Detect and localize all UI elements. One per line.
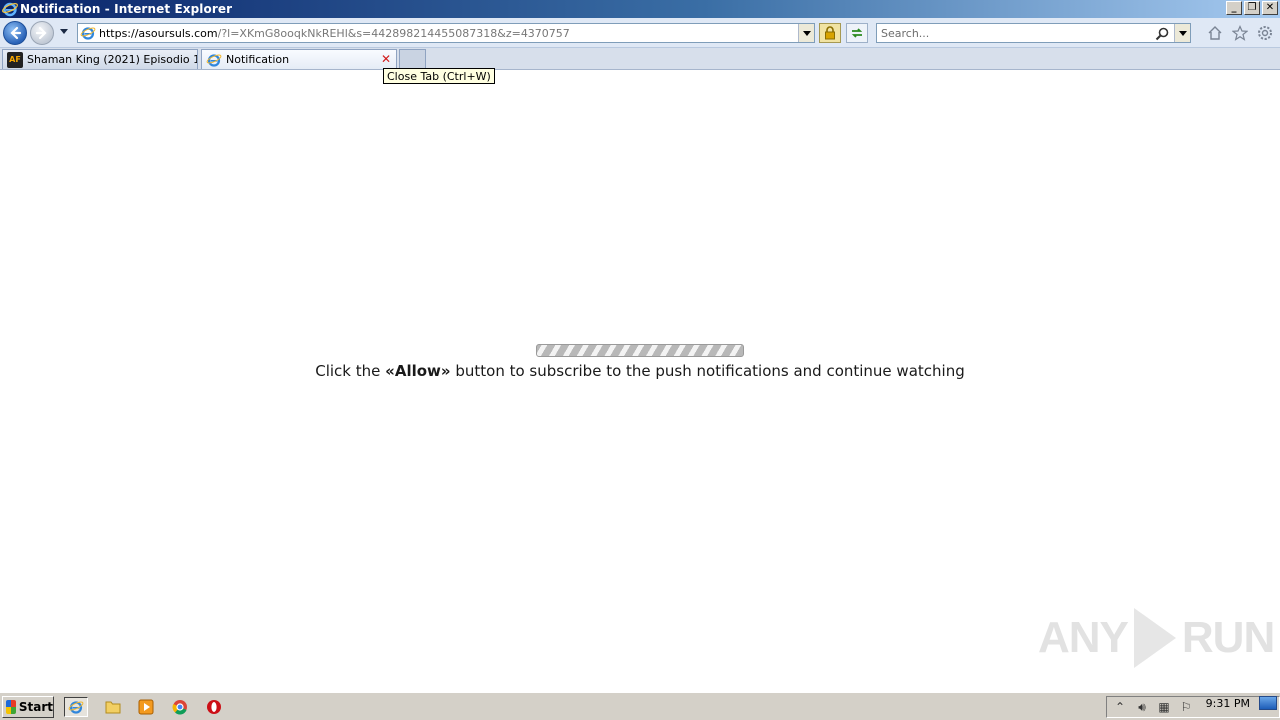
message-prefix: Click the [315, 362, 386, 380]
favorites-star-icon[interactable] [1231, 24, 1249, 42]
tab-label: Shaman King (2021) Episodio 13... [27, 53, 197, 66]
minimize-button[interactable]: _ [1226, 1, 1242, 15]
address-dropdown-button[interactable] [798, 24, 814, 42]
window-controls: _ ❐ ✕ [1226, 1, 1278, 15]
taskbar-ie-button[interactable] [64, 697, 88, 717]
new-tab-button[interactable] [399, 49, 426, 69]
url-path: /?l=XKmG8ooqkNkREHl&s=442898214455087318… [217, 26, 570, 40]
ie-icon [2, 2, 18, 17]
chevron-down-icon [1178, 30, 1187, 36]
toolbar-icons [1206, 24, 1274, 42]
security-lock-button[interactable] [819, 23, 841, 43]
search-dropdown-button[interactable] [1174, 24, 1190, 42]
start-label: Start [18, 700, 53, 714]
start-button[interactable]: Start [2, 696, 54, 718]
forward-button[interactable] [30, 21, 54, 45]
tab-label: Notification [226, 53, 290, 66]
restore-button[interactable]: ❐ [1244, 1, 1260, 15]
page-content: Click the «Allow» button to subscribe to… [0, 71, 1280, 692]
refresh-button[interactable] [846, 23, 868, 43]
arrow-right-icon [35, 26, 47, 40]
ie-icon [206, 53, 222, 67]
taskbar: Start ⌃ 🔊︎ ▦ ⚐ 9:31 PM [0, 692, 1280, 720]
history-dropdown-icon[interactable] [60, 29, 68, 34]
play-icon [1133, 608, 1176, 668]
chevron-down-icon [802, 30, 811, 36]
close-tab-icon[interactable]: ✕ [381, 53, 391, 65]
search-box[interactable] [876, 23, 1191, 43]
windows-logo-icon [6, 700, 16, 714]
taskbar-chrome-button[interactable] [168, 697, 192, 717]
home-icon[interactable] [1206, 24, 1224, 42]
watermark-left-text: ANY [1038, 613, 1129, 662]
loading-progress-bar [536, 344, 744, 357]
chevron-up-icon[interactable]: ⌃ [1111, 698, 1129, 716]
system-tray: ⌃ 🔊︎ ▦ ⚐ [1106, 696, 1280, 718]
taskbar-media-player-button[interactable] [134, 697, 158, 717]
taskbar-clock[interactable]: 9:31 PM [1206, 697, 1250, 710]
url-host: https://asoursuls.com [99, 26, 218, 40]
arrow-left-icon [10, 26, 22, 40]
progress-fill [537, 345, 743, 356]
tab-shaman-king[interactable]: AF Shaman King (2021) Episodio 13... [2, 49, 198, 69]
search-input[interactable] [877, 26, 1147, 40]
watermark-right-text: RUN [1181, 613, 1275, 662]
network-icon[interactable]: ▦ [1155, 698, 1173, 716]
title-bar: Notification - Internet Explorer _ ❐ ✕ [0, 0, 1280, 18]
anyrun-watermark: ANY RUN [1038, 608, 1275, 668]
show-desktop-button[interactable] [1259, 696, 1277, 710]
ie-page-icon [80, 27, 96, 40]
close-tab-tooltip: Close Tab (Ctrl+W) [383, 68, 495, 84]
lock-icon [825, 26, 835, 40]
close-window-button[interactable]: ✕ [1262, 1, 1278, 15]
allow-keyword: «Allow» [385, 362, 451, 380]
gear-icon[interactable] [1256, 24, 1274, 42]
taskbar-opera-button[interactable] [202, 697, 226, 717]
address-bar[interactable]: https://asoursuls.com/?l=XKmG8ooqkNkREHl… [77, 23, 815, 43]
allow-notification-message: Click the «Allow» button to subscribe to… [0, 362, 1280, 380]
refresh-icon [851, 28, 863, 38]
window-title: Notification - Internet Explorer [20, 2, 233, 16]
back-button[interactable] [3, 21, 27, 45]
volume-icon[interactable]: 🔊︎ [1133, 698, 1151, 716]
tab-row: AF Shaman King (2021) Episodio 13... Not… [0, 48, 1280, 70]
taskbar-explorer-button[interactable] [101, 697, 125, 717]
action-center-flag-icon[interactable]: ⚐ [1177, 698, 1195, 716]
media-player-icon [138, 699, 154, 715]
chrome-icon [172, 700, 187, 715]
search-icon[interactable] [1154, 26, 1170, 42]
animeflv-favicon-icon: AF [7, 51, 23, 68]
ie-icon [68, 701, 84, 714]
folder-icon [105, 701, 121, 714]
opera-icon [207, 700, 221, 714]
tab-notification[interactable]: Notification ✕ [201, 49, 397, 69]
navigation-bar: https://asoursuls.com/?l=XKmG8ooqkNkREHl… [0, 18, 1280, 48]
message-suffix: button to subscribe to the push notifica… [450, 362, 965, 380]
